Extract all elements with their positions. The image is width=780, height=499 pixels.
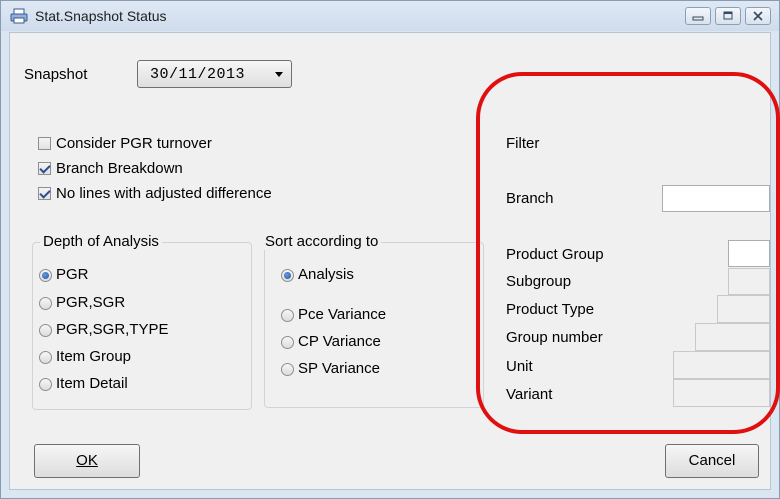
- snapshot-value: 30/11/2013: [150, 66, 246, 83]
- close-icon: [753, 11, 763, 21]
- depth-of-analysis-group: Depth of Analysis PGR PGR,SGR PGR,SGR,TY…: [32, 233, 252, 410]
- unit-input[interactable]: [673, 351, 770, 379]
- checkbox[interactable]: [38, 137, 51, 150]
- group-title: Sort according to: [262, 233, 382, 250]
- radio-pgr-sgr-type[interactable]: PGR,SGR,TYPE: [39, 321, 239, 339]
- maximize-button[interactable]: [715, 7, 741, 25]
- ok-button[interactable]: OK: [34, 444, 140, 478]
- cancel-label: Cancel: [688, 452, 736, 469]
- filter-label-unit: Unit: [506, 358, 533, 375]
- variant-input[interactable]: [673, 379, 770, 407]
- minimize-icon: [692, 16, 704, 21]
- radio-label: PGR,SGR,TYPE: [56, 321, 169, 338]
- option-no-adjusted-difference[interactable]: No lines with adjusted difference: [38, 185, 338, 203]
- title-bar[interactable]: Stat.Snapshot Status: [1, 1, 779, 31]
- filter-title: Filter: [506, 135, 540, 152]
- radio-pgr[interactable]: PGR: [39, 266, 239, 284]
- group-title: Depth of Analysis: [40, 233, 162, 250]
- radio-button[interactable]: [39, 351, 52, 364]
- radio-button[interactable]: [39, 297, 52, 310]
- radio-label: PGR,SGR: [56, 294, 126, 311]
- radio-sort-sp-variance[interactable]: SP Variance: [281, 360, 471, 378]
- group-number-input[interactable]: [695, 323, 770, 351]
- dialog-window: Stat.Snapshot Status Snapshot 30/11/2013: [0, 0, 780, 499]
- filter-label-product-type: Product Type: [506, 301, 595, 318]
- minimize-button[interactable]: [685, 7, 711, 25]
- option-label: Branch Breakdown: [56, 160, 183, 177]
- product-group-input[interactable]: [728, 240, 770, 267]
- subgroup-input[interactable]: [728, 268, 770, 295]
- radio-label: PGR: [56, 266, 89, 283]
- cancel-button[interactable]: Cancel: [665, 444, 759, 478]
- option-consider-pgr-turnover[interactable]: Consider PGR turnover: [38, 135, 298, 153]
- radio-label: CP Variance: [298, 333, 381, 350]
- radio-button[interactable]: [39, 324, 52, 337]
- radio-button[interactable]: [281, 336, 294, 349]
- close-button[interactable]: [745, 7, 771, 25]
- radio-label: Item Group: [56, 348, 132, 365]
- radio-item-group[interactable]: Item Group: [39, 348, 239, 366]
- radio-button[interactable]: [39, 269, 52, 282]
- branch-input[interactable]: [662, 185, 770, 212]
- option-label: No lines with adjusted difference: [56, 185, 272, 202]
- option-label: Consider PGR turnover: [56, 135, 212, 152]
- filter-label-product-group: Product Group: [506, 246, 604, 263]
- option-branch-breakdown[interactable]: Branch Breakdown: [38, 160, 298, 178]
- radio-pgr-sgr[interactable]: PGR,SGR: [39, 294, 239, 312]
- radio-label: SP Variance: [298, 360, 380, 377]
- radio-label: Analysis: [298, 266, 354, 283]
- radio-button[interactable]: [281, 309, 294, 322]
- radio-label: Item Detail: [56, 375, 128, 392]
- dialog-body: Snapshot 30/11/2013 Consider PGR turnove…: [9, 32, 771, 490]
- radio-item-detail[interactable]: Item Detail: [39, 375, 239, 393]
- window-title: Stat.Snapshot Status: [35, 8, 167, 24]
- checkbox[interactable]: [38, 187, 51, 200]
- radio-label: Pce Variance: [298, 306, 387, 323]
- radio-sort-cp-variance[interactable]: CP Variance: [281, 333, 471, 351]
- snapshot-dropdown[interactable]: 30/11/2013: [137, 60, 292, 88]
- sort-according-to-group: Sort according to Analysis Pce Variance …: [262, 233, 484, 408]
- radio-button[interactable]: [281, 269, 294, 282]
- branch-label: Branch: [506, 190, 554, 207]
- filter-label-subgroup: Subgroup: [506, 273, 572, 290]
- product-type-input[interactable]: [717, 295, 770, 323]
- checkbox[interactable]: [38, 162, 51, 175]
- maximize-icon: [723, 11, 733, 20]
- radio-button[interactable]: [39, 378, 52, 391]
- radio-sort-pce-variance[interactable]: Pce Variance: [281, 306, 471, 324]
- filter-label-group-number: Group number: [506, 329, 603, 346]
- snapshot-label: Snapshot: [24, 66, 88, 83]
- printer-icon: [10, 8, 28, 24]
- radio-sort-analysis[interactable]: Analysis: [281, 266, 471, 284]
- ok-label: OK: [76, 452, 98, 469]
- filter-label-variant: Variant: [506, 386, 553, 403]
- chevron-down-icon: [275, 72, 283, 77]
- radio-button[interactable]: [281, 363, 294, 376]
